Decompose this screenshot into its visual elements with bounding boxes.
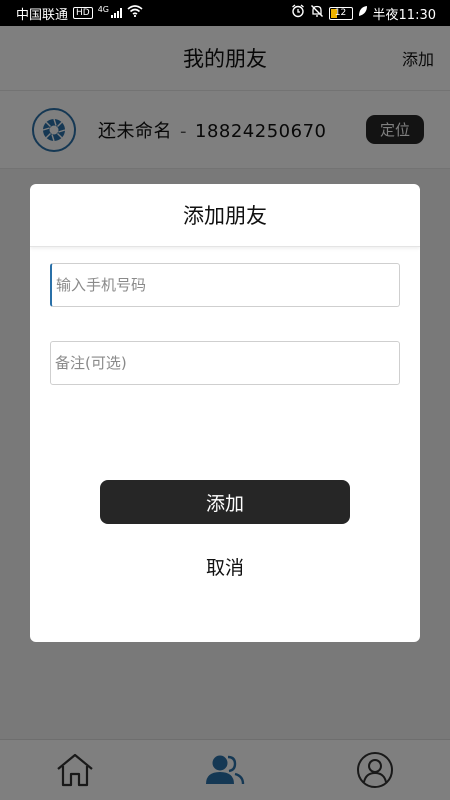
- leaf-icon: [358, 5, 368, 21]
- add-friend-dialog: 添加朋友 添加 取消: [30, 184, 420, 642]
- signal-icon: [111, 8, 123, 18]
- phone-input[interactable]: [50, 263, 400, 307]
- alarm-icon: [291, 4, 305, 22]
- clock-label: 半夜11:30: [372, 7, 436, 23]
- dialog-title: 添加朋友: [30, 184, 420, 247]
- wifi-icon: [127, 5, 143, 21]
- hd-badge: HD: [73, 7, 93, 19]
- cancel-button[interactable]: 取消: [100, 544, 350, 588]
- battery-level: 12: [334, 7, 347, 18]
- network-type: 4G: [97, 4, 110, 14]
- add-button[interactable]: 添加: [100, 480, 350, 524]
- note-input[interactable]: [50, 341, 400, 385]
- battery-icon: 12: [328, 6, 353, 20]
- status-right: 12 半夜11:30: [291, 4, 436, 23]
- status-bar: 中国联通 HD 4G 12 半夜11:30: [0, 0, 450, 26]
- mute-icon: [310, 4, 324, 22]
- status-left: 中国联通 HD 4G: [16, 4, 143, 23]
- carrier-label: 中国联通: [16, 7, 69, 23]
